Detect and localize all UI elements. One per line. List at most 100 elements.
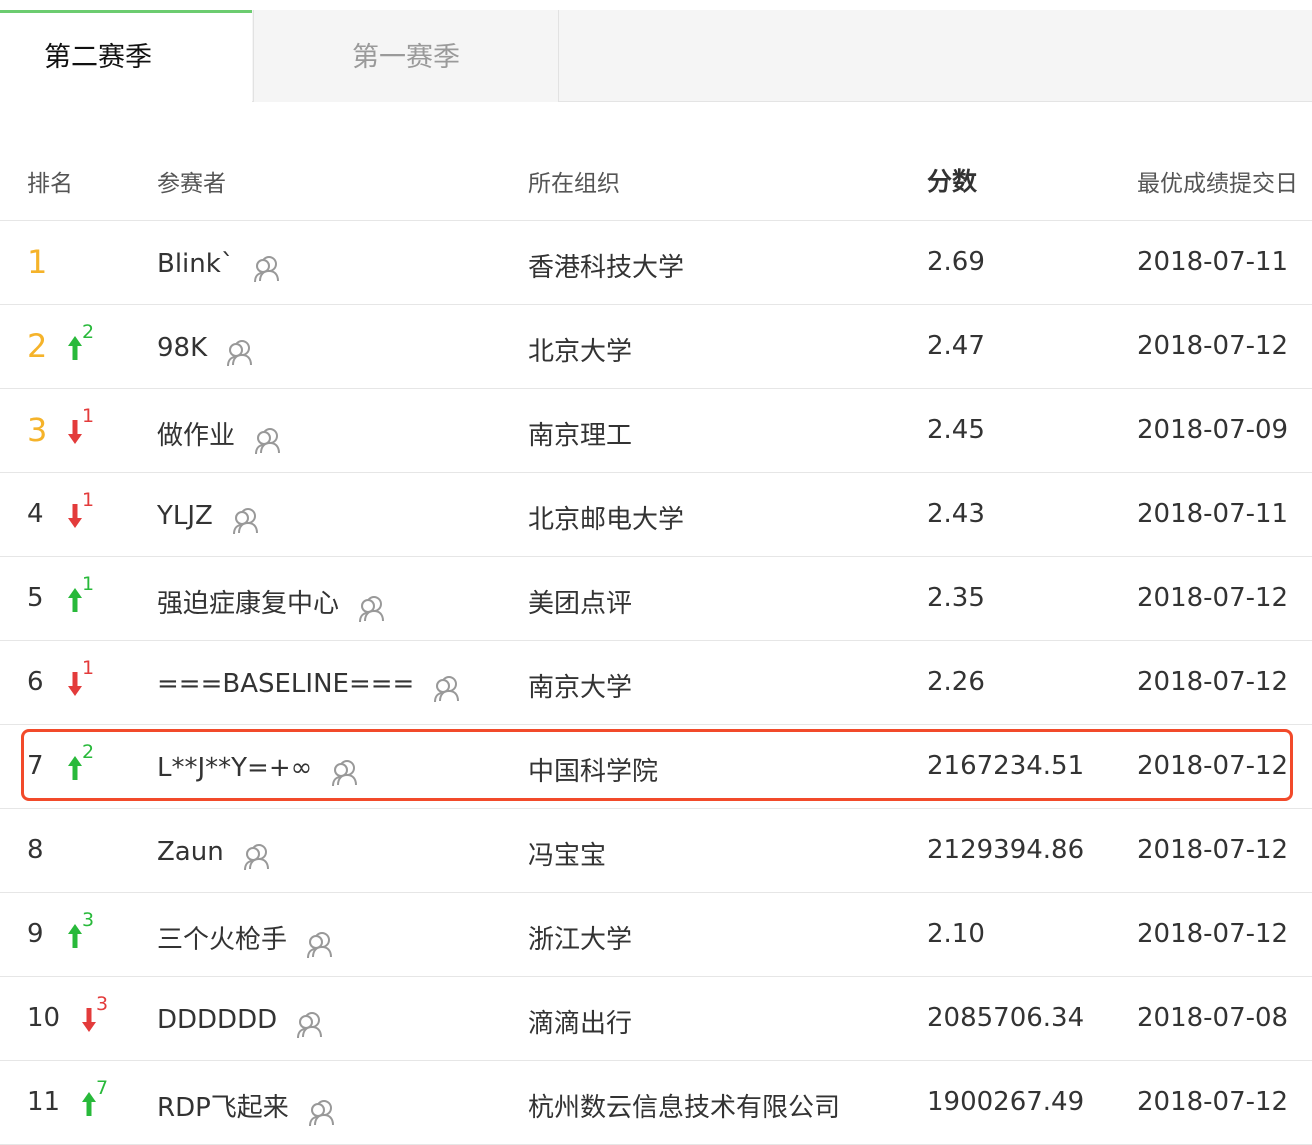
tab-season-1[interactable]: 第一赛季 — [253, 10, 559, 102]
participant-name[interactable]: Zaun — [157, 837, 224, 867]
participant-name[interactable]: 做作业 — [157, 421, 235, 451]
participant-name[interactable]: 98K — [157, 333, 207, 363]
rank-change-value: 7 — [96, 1077, 109, 1099]
submit-date: 2018-07-12 — [1137, 751, 1289, 781]
score: 2167234.51 — [927, 751, 1085, 781]
participant-name[interactable]: YLJZ — [157, 501, 213, 531]
team-icon[interactable] — [307, 1099, 337, 1134]
organization: 浙江大学 — [528, 925, 633, 955]
table-row: 4 1 YLJZ 北京邮电大学 2.43 2018-07-11 — [0, 473, 1312, 557]
participant-name[interactable]: Blink` — [157, 249, 234, 279]
header-submit-date: 最优成绩提交日 — [1137, 171, 1298, 197]
rank-change-value: 3 — [96, 993, 109, 1015]
submit-date: 2018-07-12 — [1137, 835, 1289, 865]
table-row: 1 Blink` 香港科技大学 2.69 2018-07-11 — [0, 221, 1312, 305]
rank-change: 1 — [68, 405, 118, 455]
score: 2.10 — [927, 919, 985, 949]
team-icon[interactable] — [357, 595, 387, 630]
participant-name[interactable]: ===BASELINE=== — [157, 669, 414, 699]
team-icon[interactable] — [305, 931, 335, 966]
header-score[interactable]: 分数 — [927, 162, 977, 198]
score: 2085706.34 — [927, 1003, 1085, 1033]
organization: 北京大学 — [528, 337, 633, 367]
team-icon[interactable] — [231, 507, 261, 542]
team-icon[interactable] — [253, 427, 283, 462]
organization: 美团点评 — [528, 589, 633, 619]
table-row: 6 1 ===BASELINE=== 南京大学 2.26 2018-07-12 — [0, 641, 1312, 725]
rank-change-value: 2 — [82, 741, 95, 763]
rank-change-value: 1 — [82, 657, 95, 679]
score: 2.43 — [927, 499, 985, 529]
table-row: 3 1 做作业 南京理工 2.45 2018-07-09 — [0, 389, 1312, 473]
participant-cell: 三个火枪手 — [157, 919, 335, 959]
rank-number: 1 — [27, 243, 48, 281]
team-icon[interactable] — [242, 843, 272, 878]
participant-cell: L**J**Y=+∞ — [157, 751, 360, 787]
organization: 杭州数云信息技术有限公司 — [528, 1093, 841, 1123]
participant-cell: ===BASELINE=== — [157, 667, 462, 703]
team-icon[interactable] — [225, 339, 255, 374]
rank-change: 1 — [68, 573, 118, 623]
rank-number: 4 — [27, 499, 44, 529]
rank-number: 2 — [27, 327, 48, 365]
submit-date: 2018-07-09 — [1137, 415, 1289, 445]
table-row: 9 3 三个火枪手 浙江大学 2.10 2018-07-12 — [0, 893, 1312, 977]
rank-change: 2 — [68, 321, 118, 371]
rank-change-value: 1 — [82, 489, 95, 511]
participant-name[interactable]: RDP飞起来 — [157, 1093, 289, 1123]
organization: 冯宝宝 — [528, 841, 607, 871]
table-row: 10 3 DDDDDD 滴滴出行 2085706.34 2018-07-08 — [0, 977, 1312, 1061]
organization: 滴滴出行 — [528, 1009, 633, 1039]
organization: 北京邮电大学 — [528, 505, 685, 535]
header-organization: 所在组织 — [528, 171, 620, 197]
participant-name[interactable]: L**J**Y=+∞ — [157, 753, 312, 783]
participant-cell: DDDDDD — [157, 1003, 325, 1039]
rank-number: 7 — [27, 751, 44, 781]
submit-date: 2018-07-12 — [1137, 919, 1289, 949]
participant-cell: 98K — [157, 331, 255, 367]
submit-date: 2018-07-11 — [1137, 499, 1289, 529]
team-icon[interactable] — [330, 759, 360, 794]
table-row: 2 2 98K 北京大学 2.47 2018-07-12 — [0, 305, 1312, 389]
header-participant: 参赛者 — [157, 171, 226, 197]
team-icon[interactable] — [252, 255, 282, 290]
participant-cell: 做作业 — [157, 415, 283, 455]
rank-change: 3 — [82, 993, 132, 1043]
participant-cell: 强迫症康复中心 — [157, 583, 387, 623]
organization: 香港科技大学 — [528, 253, 685, 283]
score: 2.45 — [927, 415, 985, 445]
rank-change: 1 — [68, 489, 118, 539]
rank-number: 3 — [27, 411, 48, 449]
participant-cell: Zaun — [157, 835, 272, 871]
organization: 南京理工 — [528, 421, 633, 451]
table-row: 7 2 L**J**Y=+∞ 中国科学院 2167234.51 2018-07-12 — [0, 725, 1312, 809]
submit-date: 2018-07-11 — [1137, 247, 1289, 277]
submit-date: 2018-07-12 — [1137, 583, 1289, 613]
table-row: 8 Zaun 冯宝宝 2129394.86 2018-07-12 — [0, 809, 1312, 893]
tab-season-2[interactable]: 第二赛季 — [0, 10, 252, 102]
submit-date: 2018-07-12 — [1137, 1087, 1289, 1117]
table-row: 5 1 强迫症康复中心 美团点评 2.35 2018-07-12 — [0, 557, 1312, 641]
participant-name[interactable]: DDDDDD — [157, 1005, 277, 1035]
participant-name[interactable]: 三个火枪手 — [157, 925, 287, 955]
rank-change: 3 — [68, 909, 118, 959]
team-icon[interactable] — [295, 1011, 325, 1046]
participant-cell: Blink` — [157, 247, 282, 283]
submit-date: 2018-07-12 — [1137, 667, 1289, 697]
rank-change: 1 — [68, 657, 118, 707]
rank-change-value: 1 — [82, 405, 95, 427]
table-header: 排名 参赛者 所在组织 分数 最优成绩提交日 — [0, 142, 1312, 221]
participant-name[interactable]: 强迫症康复中心 — [157, 589, 339, 619]
submit-date: 2018-07-08 — [1137, 1003, 1289, 1033]
score: 2.35 — [927, 583, 985, 613]
team-icon[interactable] — [432, 675, 462, 710]
rank-change: 7 — [82, 1077, 132, 1127]
rank-change: 2 — [68, 741, 118, 791]
header-rank: 排名 — [27, 171, 73, 197]
score: 2.47 — [927, 331, 985, 361]
score: 2.26 — [927, 667, 985, 697]
rank-number: 8 — [27, 835, 44, 865]
table-row: 11 7 RDP飞起来 杭州数云信息技术有限公司 1900267.49 2018-07-1… — [0, 1061, 1312, 1145]
rank-change-value: 1 — [82, 573, 95, 595]
rank-change-value: 3 — [82, 909, 95, 931]
